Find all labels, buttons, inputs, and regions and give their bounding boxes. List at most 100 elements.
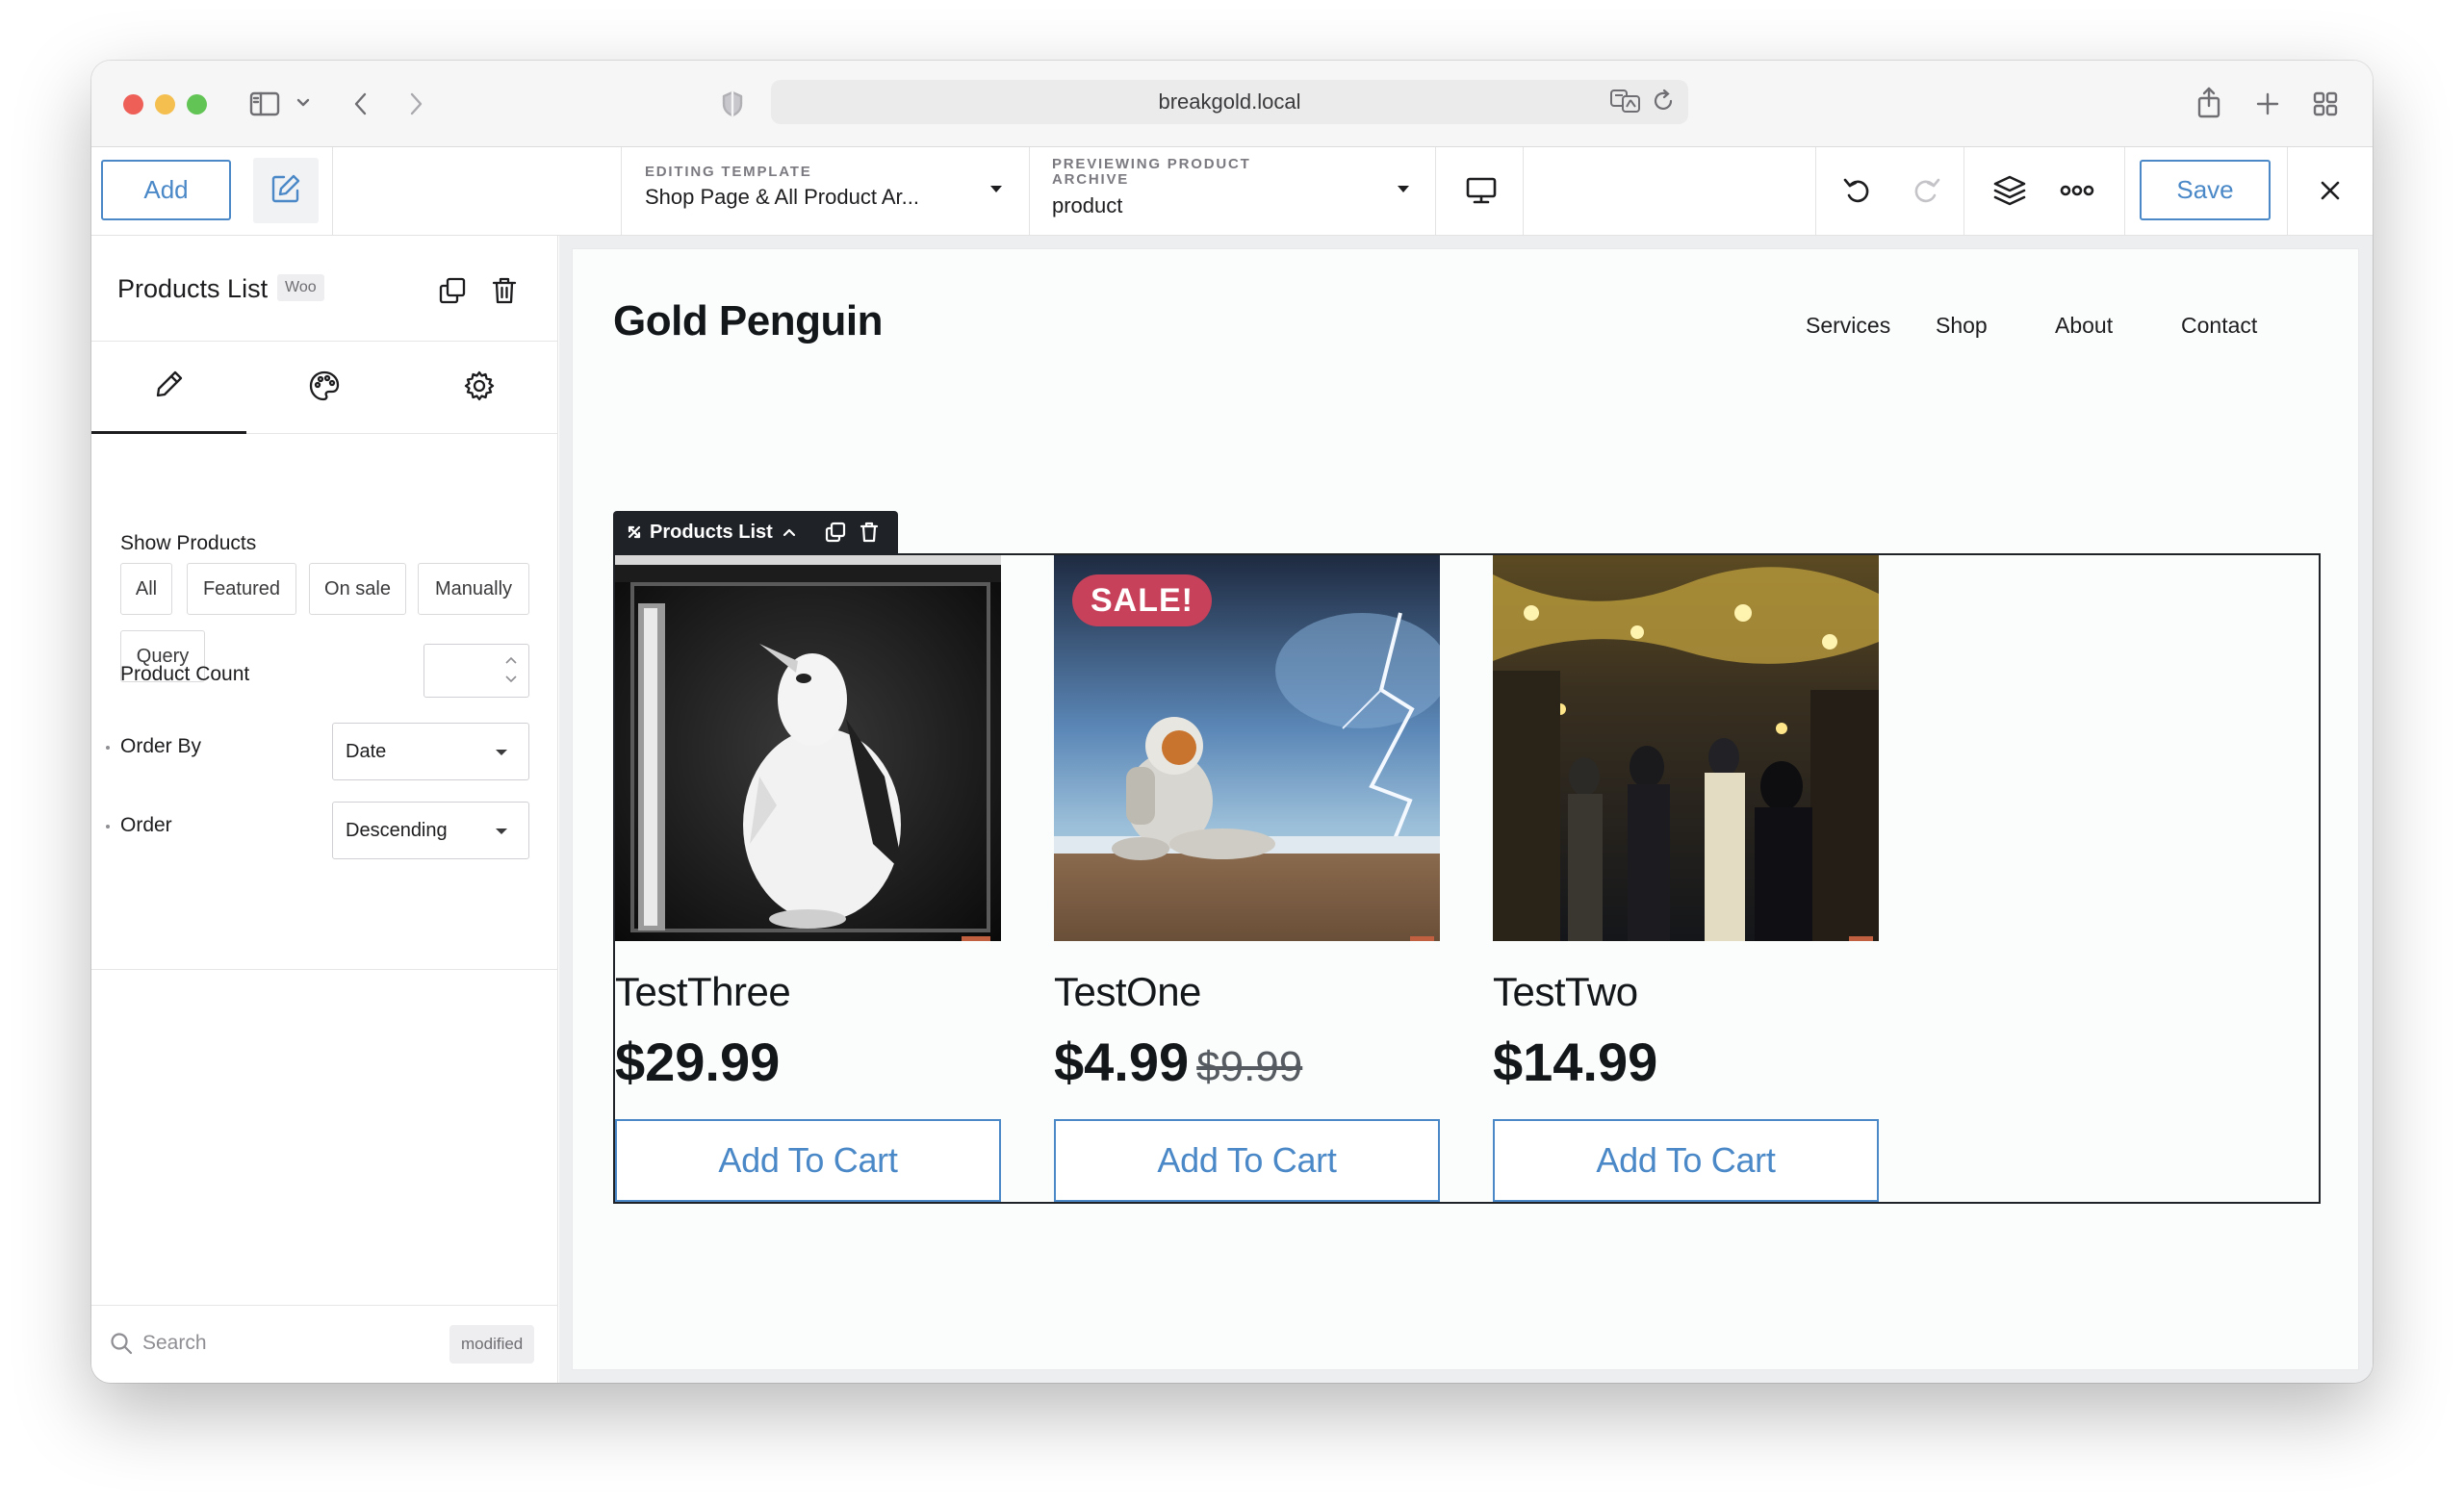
add-to-cart-button[interactable]: Add To Cart (1493, 1119, 1879, 1202)
browser-titlebar: breakgold.local (91, 61, 2373, 147)
pencil-icon (154, 369, 185, 404)
modified-indicator-dot (106, 825, 110, 828)
reload-icon[interactable] (1652, 88, 1677, 120)
panel-footer: Search modified (91, 1305, 558, 1383)
browser-window: breakgold.local Add EDITING TEMPLATE Sho… (91, 61, 2373, 1383)
product-price: $4.99 $9.99 (1054, 1031, 1302, 1093)
page-preview: Gold Penguin Services Shop About Contact… (573, 249, 2358, 1369)
tab-overview-icon[interactable] (2311, 89, 2340, 118)
order-by-select[interactable]: Date (332, 723, 529, 780)
minimize-window-button[interactable] (155, 94, 175, 115)
product-count-label: Product Count (120, 663, 250, 685)
back-arrow-icon[interactable] (349, 89, 372, 118)
filter-featured-button[interactable]: Featured (187, 563, 296, 615)
duplicate-icon[interactable] (825, 522, 846, 543)
filter-all-button[interactable]: All (120, 563, 172, 615)
modified-filter-button[interactable]: modified (449, 1325, 535, 1364)
caret-down-icon[interactable] (1398, 186, 1409, 192)
spin-down-icon[interactable] (505, 675, 517, 683)
nav-link-contact[interactable]: Contact (2181, 313, 2257, 339)
share-icon[interactable] (2194, 86, 2224, 120)
save-button[interactable]: Save (2140, 160, 2271, 220)
site-title[interactable]: Gold Penguin (613, 297, 883, 345)
product-name[interactable]: TestThree (615, 969, 791, 1015)
previewing-selector[interactable]: PREVIEWING PRODUCT ARCHIVE product (1052, 157, 1293, 218)
woo-badge: Woo (277, 274, 324, 301)
editing-template-value: Shop Page & All Product Ar... (645, 185, 919, 209)
editing-template-eyebrow: EDITING TEMPLATE (645, 164, 812, 180)
filter-on-sale-button[interactable]: On sale (309, 563, 406, 615)
show-products-label: Show Products (120, 532, 257, 554)
product-price: $14.99 (1493, 1031, 1657, 1093)
panel-divider (91, 969, 558, 970)
product-count-input[interactable] (424, 644, 529, 698)
close-editor-icon[interactable] (2308, 168, 2352, 213)
sale-badge: SALE! (1072, 574, 1212, 626)
move-handle-icon[interactable] (627, 524, 642, 540)
order-value: Descending (346, 819, 448, 841)
translate-icon[interactable] (1609, 88, 1642, 120)
panel-title: Products List (117, 274, 269, 303)
privacy-shield-icon[interactable] (720, 89, 745, 119)
undo-icon[interactable] (1835, 168, 1880, 213)
editing-template-selector[interactable]: EDITING TEMPLATE Shop Page & All Product… (645, 165, 1001, 210)
product-image-astronaut[interactable]: SALE! (1054, 555, 1440, 941)
caret-down-icon (496, 828, 507, 834)
url-text: breakgold.local (1158, 89, 1301, 114)
modified-indicator-dot (106, 746, 110, 750)
spin-up-icon[interactable] (505, 656, 517, 665)
product-image-penguin[interactable] (615, 555, 1001, 941)
new-tab-icon[interactable] (2253, 89, 2282, 118)
panel-search-input[interactable]: Search (142, 1332, 207, 1355)
settings-panel: Products List Woo Show Products All Feat… (91, 236, 558, 1383)
caret-down-icon[interactable] (990, 186, 1002, 192)
add-to-cart-button[interactable]: Add To Cart (615, 1119, 1001, 1202)
order-select[interactable]: Descending (332, 802, 529, 859)
order-by-value: Date (346, 740, 387, 762)
forward-arrow-icon[interactable] (404, 89, 427, 118)
product-price: $29.99 (615, 1031, 780, 1093)
panel-tabs (91, 342, 558, 434)
product-name[interactable]: TestOne (1054, 969, 1201, 1015)
gear-icon (463, 370, 496, 407)
filter-manually-button[interactable]: Manually (418, 563, 529, 615)
product-name[interactable]: TestTwo (1493, 969, 1638, 1015)
layers-icon[interactable] (1988, 168, 2032, 213)
chevron-up-icon[interactable] (783, 527, 796, 537)
previewing-value: product (1052, 193, 1123, 217)
duplicate-icon[interactable] (436, 274, 469, 307)
block-label-bar[interactable]: Products List (613, 511, 898, 553)
add-to-cart-button[interactable]: Add To Cart (1054, 1119, 1440, 1202)
order-by-label: Order By (120, 735, 202, 757)
caret-down-icon (496, 750, 507, 755)
order-label: Order (120, 814, 172, 836)
close-window-button[interactable] (123, 94, 143, 115)
address-bar[interactable]: breakgold.local (771, 80, 1688, 124)
pencil-square-icon (270, 172, 302, 210)
trash-icon[interactable] (488, 274, 521, 307)
edit-page-button[interactable] (253, 158, 319, 223)
nav-link-about[interactable]: About (2055, 313, 2113, 339)
product-old-price: $9.99 (1196, 1043, 1303, 1090)
search-icon (109, 1331, 134, 1361)
tab-content[interactable] (91, 342, 246, 434)
more-options-icon[interactable] (2055, 168, 2099, 213)
product-current-price: $4.99 (1054, 1032, 1190, 1092)
trash-icon[interactable] (860, 522, 879, 543)
nav-link-shop[interactable]: Shop (1936, 313, 1988, 339)
editor-toolbar: Add EDITING TEMPLATE Shop Page & All Pro… (91, 147, 2373, 236)
redo-icon[interactable] (1904, 168, 1948, 213)
chevron-down-icon[interactable] (295, 95, 311, 111)
tab-style[interactable] (246, 342, 401, 434)
product-current-price: $14.99 (1493, 1032, 1658, 1092)
sidebar-toggle-icon[interactable] (248, 89, 281, 118)
nav-link-services[interactable]: Services (1806, 313, 1890, 339)
add-button[interactable]: Add (101, 160, 231, 220)
product-current-price: $29.99 (615, 1032, 781, 1092)
product-image-night-market[interactable] (1493, 555, 1879, 941)
zoom-window-button[interactable] (187, 94, 207, 115)
panel-header: Products List Woo (91, 236, 558, 342)
desktop-preview-icon[interactable] (1459, 168, 1503, 213)
products-list-block[interactable]: TestThree $29.99 Add To Cart SALE! TestO… (613, 553, 2321, 1204)
tab-settings[interactable] (401, 342, 556, 434)
